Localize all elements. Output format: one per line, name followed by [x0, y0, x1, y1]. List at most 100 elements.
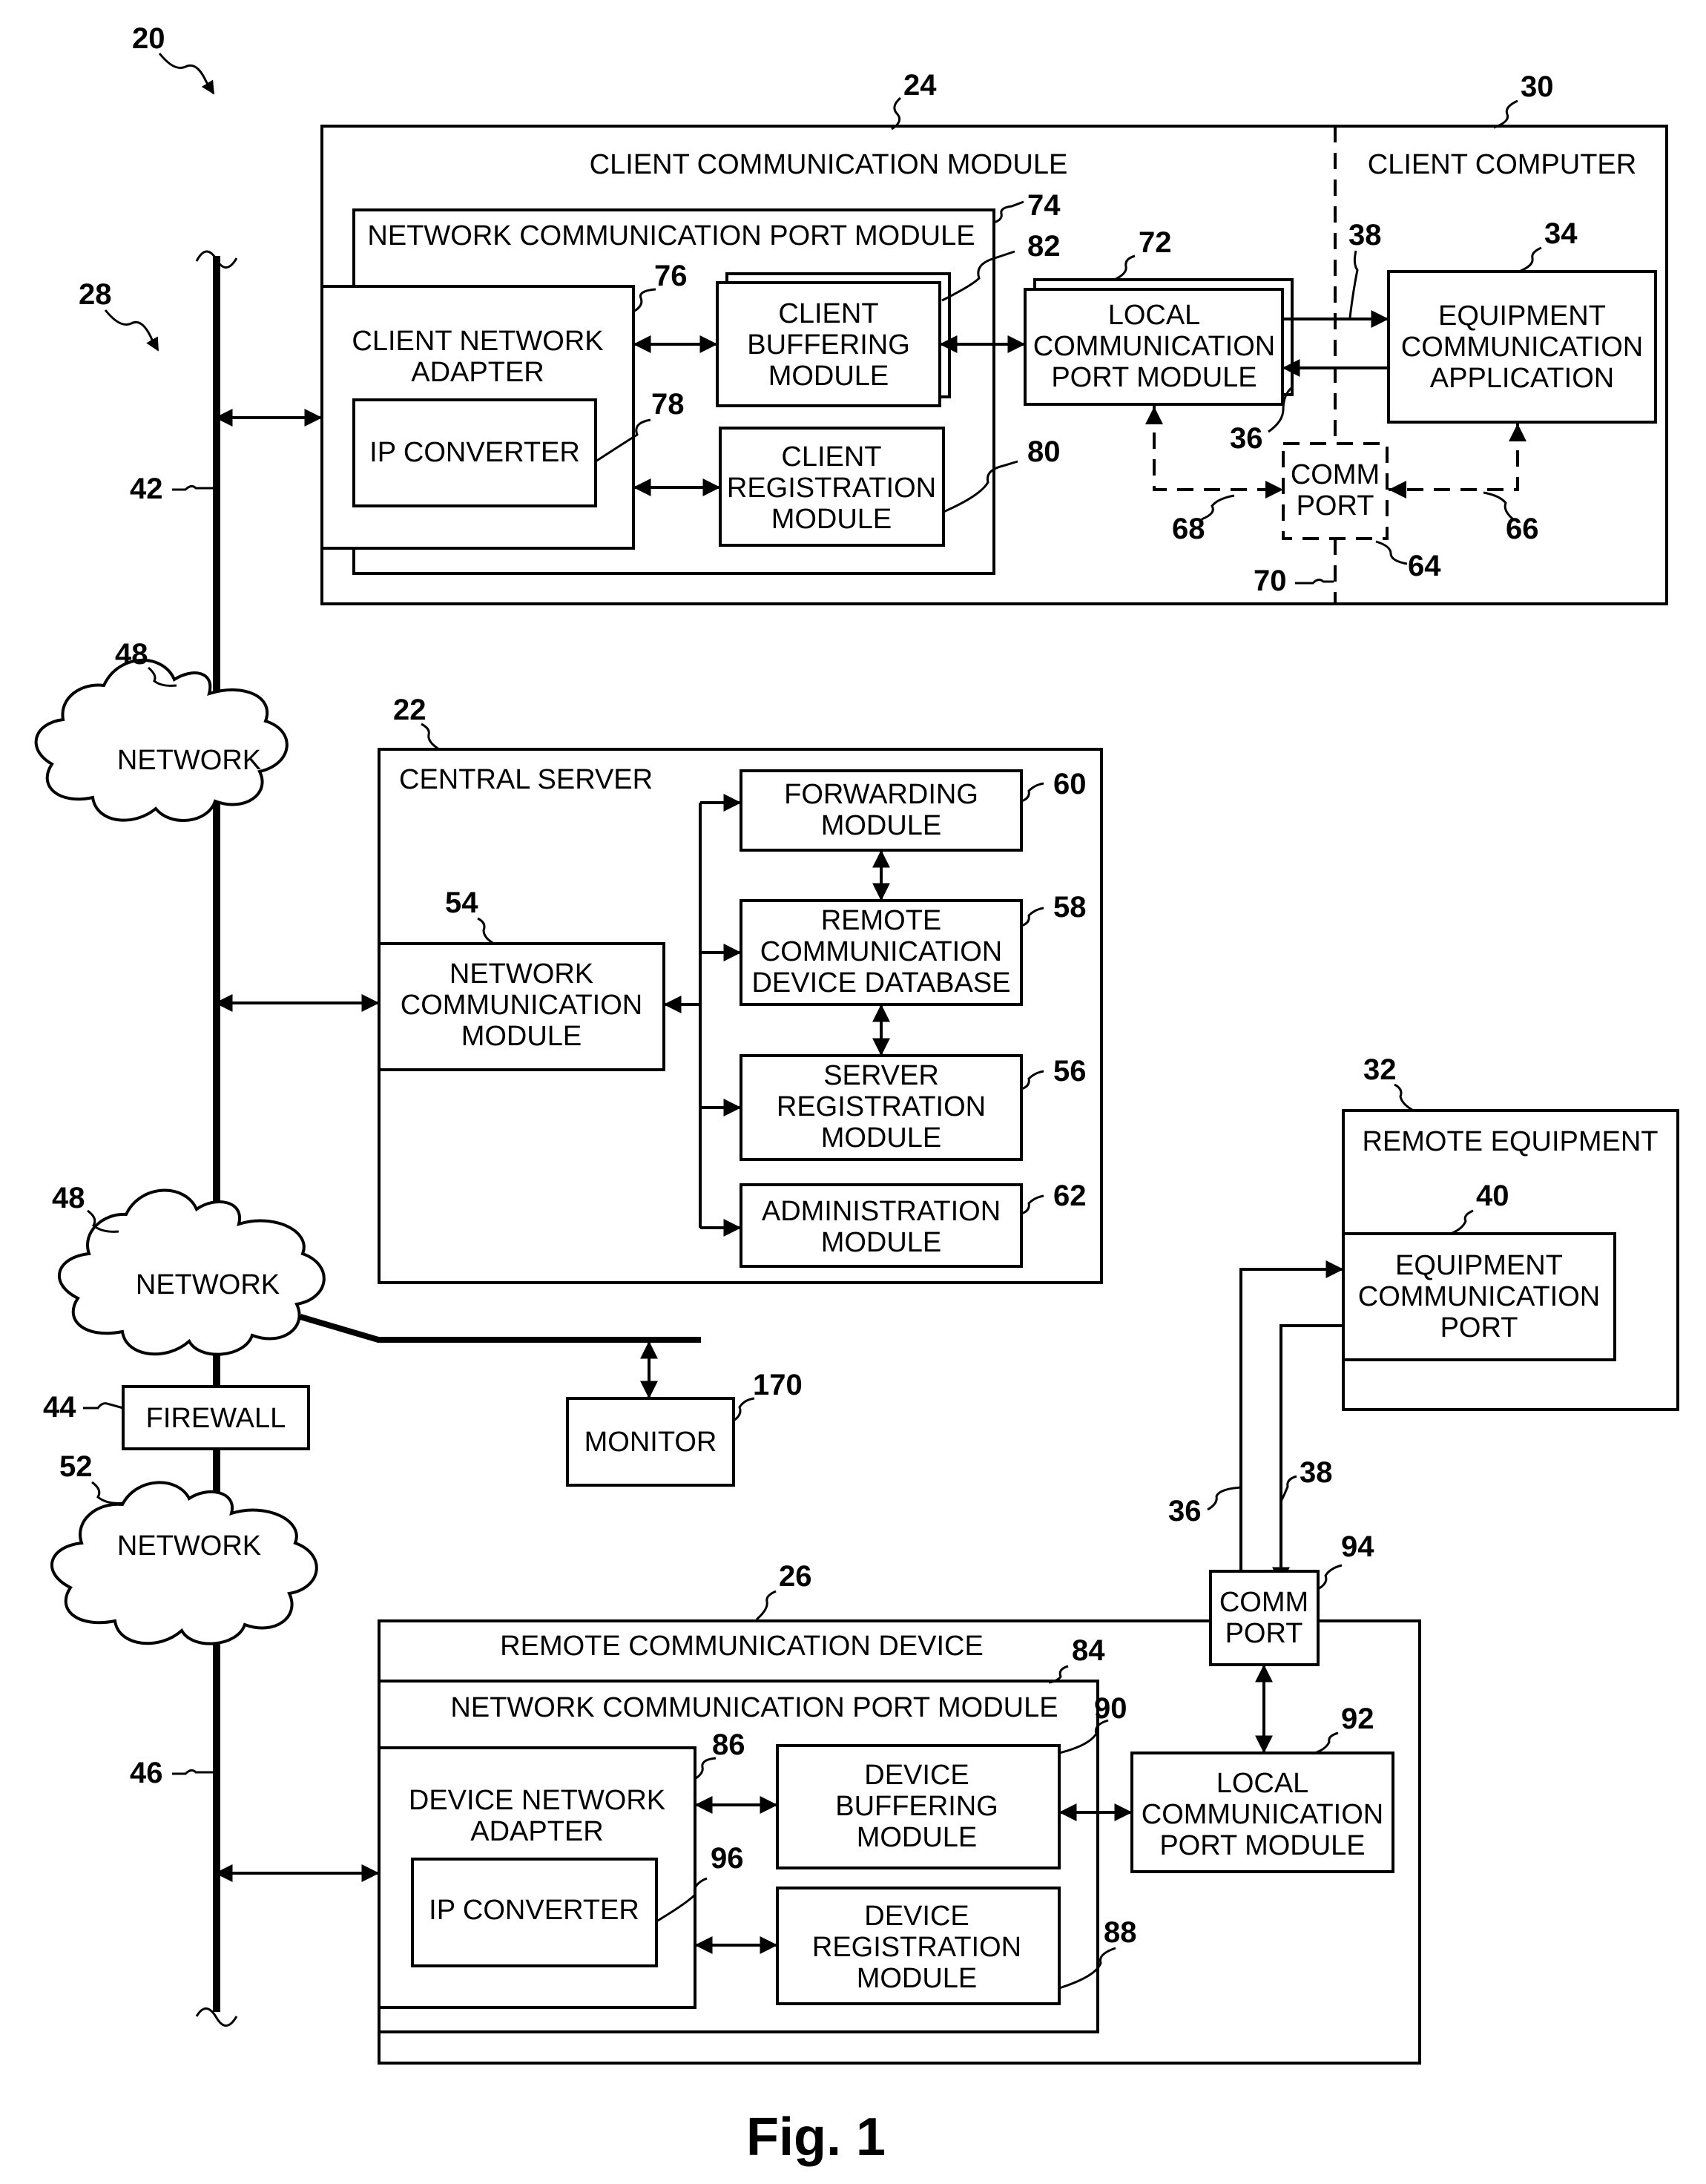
client-communication-module-title: CLIENT COMMUNICATION MODULE: [590, 149, 1068, 180]
svg-text:FIREWALL: FIREWALL: [146, 1403, 286, 1434]
svg-text:170: 170: [753, 1369, 803, 1401]
svg-text:MODULE: MODULE: [461, 1021, 582, 1052]
network-bus: 42 46: [130, 250, 238, 2027]
svg-text:34: 34: [1544, 217, 1578, 250]
network-cloud-upper[interactable]: NETWORK 48: [34, 638, 289, 822]
svg-text:REMOTE COMMUNICATION DEVICE: REMOTE COMMUNICATION DEVICE: [500, 1631, 984, 1662]
svg-text:54: 54: [445, 887, 478, 919]
svg-text:CENTRAL SERVER: CENTRAL SERVER: [399, 764, 653, 795]
svg-text:MODULE: MODULE: [821, 1122, 942, 1154]
svg-text:REGISTRATION: REGISTRATION: [812, 1932, 1021, 1963]
svg-text:28: 28: [79, 278, 112, 311]
svg-text:48: 48: [52, 1182, 85, 1214]
svg-text:78: 78: [651, 388, 685, 421]
svg-text:MODULE: MODULE: [768, 361, 889, 392]
svg-text:REGISTRATION: REGISTRATION: [727, 473, 936, 504]
svg-text:PORT: PORT: [1440, 1312, 1518, 1343]
svg-text:MODULE: MODULE: [821, 810, 942, 841]
client-computer-title: CLIENT COMPUTER: [1368, 149, 1636, 180]
svg-text:94: 94: [1341, 1530, 1374, 1563]
svg-text:COMMUNICATION: COMMUNICATION: [1142, 1799, 1384, 1830]
svg-text:32: 32: [1363, 1053, 1397, 1086]
svg-text:64: 64: [1408, 550, 1441, 582]
svg-text:36: 36: [1230, 422, 1263, 455]
svg-text:62: 62: [1053, 1180, 1087, 1212]
svg-text:60: 60: [1053, 768, 1087, 800]
svg-text:NETWORK: NETWORK: [449, 958, 593, 990]
svg-text:CLIENT: CLIENT: [778, 298, 878, 329]
svg-text:FORWARDING: FORWARDING: [784, 779, 978, 810]
svg-text:74: 74: [1027, 189, 1061, 222]
svg-text:PORT: PORT: [1297, 490, 1374, 522]
svg-text:COMMUNICATION: COMMUNICATION: [1033, 331, 1276, 362]
svg-text:PORT MODULE: PORT MODULE: [1159, 1830, 1365, 1861]
svg-text:EQUIPMENT: EQUIPMENT: [1438, 300, 1606, 332]
svg-text:40: 40: [1476, 1180, 1509, 1212]
svg-text:36: 36: [1168, 1495, 1202, 1527]
svg-text:BUFFERING: BUFFERING: [747, 329, 910, 361]
remote-equipment-links: 36 38: [1168, 1260, 1344, 1585]
svg-text:NETWORK COMMUNICATION PORT MOD: NETWORK COMMUNICATION PORT MODULE: [450, 1692, 1058, 1723]
tx-line-38: [1272, 1324, 1343, 1585]
svg-text:REGISTRATION: REGISTRATION: [777, 1091, 986, 1122]
svg-text:86: 86: [712, 1729, 745, 1761]
svg-text:DEVICE: DEVICE: [864, 1901, 969, 1932]
svg-text:SERVER: SERVER: [823, 1060, 939, 1091]
svg-text:22: 22: [393, 694, 426, 726]
svg-text:NETWORK: NETWORK: [136, 1269, 280, 1300]
reference-arrow-icon: [158, 53, 215, 95]
svg-text:COMM: COMM: [1291, 459, 1380, 490]
svg-text:88: 88: [1104, 1916, 1137, 1949]
svg-text:MODULE: MODULE: [771, 504, 892, 535]
svg-text:NETWORK COMMUNICATION PORT MOD: NETWORK COMMUNICATION PORT MODULE: [367, 220, 975, 251]
system-block-diagram: 20 28 42 46 CLIENT COMMUNICATION MODULE …: [34, 22, 1679, 2167]
svg-text:52: 52: [59, 1450, 93, 1483]
network-cloud-middle[interactable]: NETWORK 48: [52, 1182, 326, 1356]
svg-text:68: 68: [1172, 513, 1205, 545]
figure-caption: Fig. 1: [746, 2108, 886, 2167]
svg-text:90: 90: [1094, 1692, 1127, 1725]
svg-text:82: 82: [1027, 230, 1061, 263]
svg-text:ADAPTER: ADAPTER: [470, 1816, 603, 1847]
svg-text:56: 56: [1053, 1055, 1087, 1088]
system-reference: 20: [132, 22, 215, 95]
network-cloud-lower[interactable]: NETWORK 52: [50, 1450, 318, 1645]
svg-text:92: 92: [1341, 1703, 1374, 1735]
svg-text:ADAPTER: ADAPTER: [411, 357, 544, 388]
svg-text:MODULE: MODULE: [857, 1822, 978, 1853]
svg-text:26: 26: [779, 1560, 812, 1593]
svg-text:DEVICE: DEVICE: [864, 1760, 969, 1791]
svg-text:ADMINISTRATION: ADMINISTRATION: [762, 1196, 1001, 1227]
svg-text:20: 20: [132, 22, 165, 55]
svg-text:76: 76: [654, 260, 688, 292]
svg-text:38: 38: [1300, 1456, 1333, 1489]
svg-text:EQUIPMENT: EQUIPMENT: [1395, 1250, 1563, 1281]
svg-text:DEVICE NETWORK: DEVICE NETWORK: [409, 1785, 665, 1816]
svg-text:80: 80: [1027, 435, 1061, 468]
svg-text:BUFFERING: BUFFERING: [835, 1791, 998, 1822]
bus-lower-ref: 46: [130, 1757, 163, 1789]
svg-text:CLIENT: CLIENT: [781, 441, 881, 473]
svg-text:70: 70: [1254, 565, 1287, 597]
svg-text:84: 84: [1072, 1634, 1105, 1667]
svg-text:44: 44: [43, 1391, 76, 1424]
svg-text:MONITOR: MONITOR: [584, 1427, 717, 1458]
monitor-branch-line: [299, 1314, 701, 1399]
firewall[interactable]: FIREWALL 44: [43, 1385, 310, 1450]
svg-text:REMOTE EQUIPMENT: REMOTE EQUIPMENT: [1362, 1126, 1658, 1157]
bus-upper-ref: 42: [130, 473, 163, 505]
monitor[interactable]: MONITOR 170: [566, 1369, 803, 1487]
svg-text:96: 96: [711, 1842, 744, 1875]
svg-text:COMMUNICATION: COMMUNICATION: [1358, 1281, 1601, 1312]
svg-text:24: 24: [903, 69, 937, 102]
svg-text:PORT: PORT: [1225, 1618, 1303, 1649]
svg-text:DEVICE DATABASE: DEVICE DATABASE: [751, 967, 1010, 999]
svg-text:IP CONVERTER: IP CONVERTER: [369, 437, 580, 468]
svg-text:NETWORK: NETWORK: [117, 1530, 261, 1562]
network-system-reference: 28: [79, 278, 159, 352]
svg-text:APPLICATION: APPLICATION: [1430, 363, 1614, 394]
svg-text:LOCAL: LOCAL: [1108, 300, 1201, 331]
svg-text:CLIENT NETWORK: CLIENT NETWORK: [352, 326, 603, 357]
svg-text:COMMUNICATION: COMMUNICATION: [401, 990, 643, 1021]
svg-text:LOCAL: LOCAL: [1216, 1768, 1309, 1799]
